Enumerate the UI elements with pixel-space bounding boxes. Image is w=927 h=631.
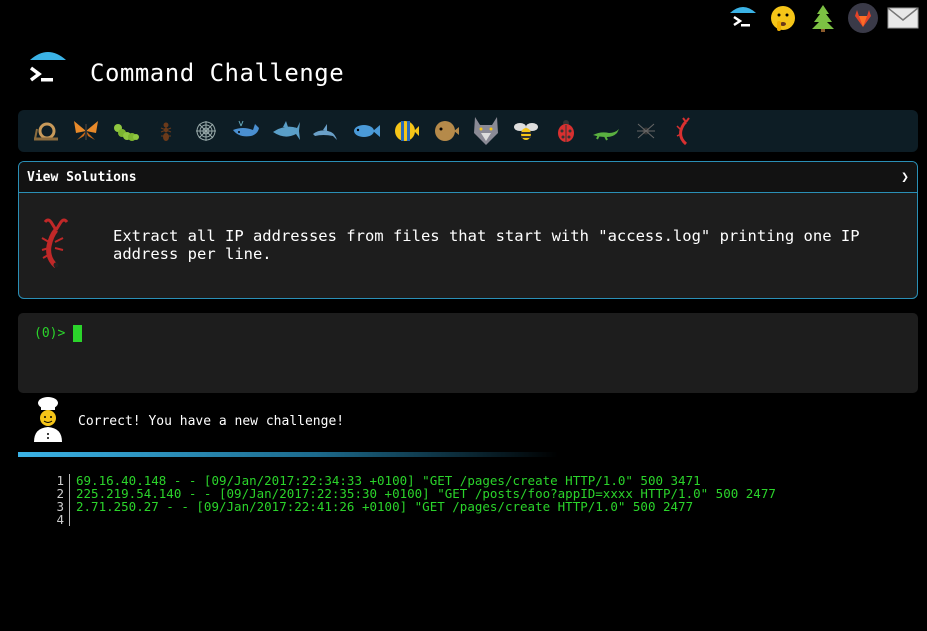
output-line: 3 2.71.250.27 - - [09/Jan/2017:22:41:26 …	[48, 500, 776, 513]
caterpillar-icon[interactable]	[106, 111, 146, 151]
tropical-fish-icon[interactable]	[386, 111, 426, 151]
tree-icon[interactable]	[807, 2, 839, 34]
header: Command Challenge	[26, 48, 344, 92]
challenge-description: Extract all IP addresses from files that…	[113, 227, 869, 263]
spider-web-icon[interactable]	[186, 111, 226, 151]
challenge-animal-bar	[18, 110, 918, 152]
command-output: 1 69.16.40.148 - - [09/Jan/2017:22:34:33…	[48, 474, 776, 526]
terminal-umbrella-icon[interactable]	[727, 2, 759, 34]
output-line: 4	[48, 513, 776, 526]
blowfish-icon[interactable]	[426, 111, 466, 151]
chevron-right-icon: ❯	[901, 169, 909, 185]
chef-icon	[30, 396, 66, 442]
challenge-body: Extract all IP addresses from files that…	[19, 193, 917, 297]
challenge-panel: View Solutions ❯ Extract all IP addresse…	[18, 161, 918, 299]
feedback-message: Correct! You have a new challenge!	[78, 414, 345, 429]
butterfly-icon[interactable]	[66, 111, 106, 151]
terminal-prompt: (0)>	[34, 326, 66, 341]
terminal-prompt-umbrella-icon[interactable]	[26, 48, 70, 92]
line-number: 4	[48, 513, 70, 526]
gitlab-icon[interactable]	[847, 2, 879, 34]
shark-icon[interactable]	[266, 111, 306, 151]
terminal-cursor[interactable]	[73, 325, 83, 342]
bee-icon[interactable]	[506, 111, 546, 151]
mail-icon[interactable]	[887, 2, 919, 34]
scorpion-icon[interactable]	[666, 111, 706, 151]
view-solutions-toggle[interactable]: View Solutions ❯	[19, 162, 917, 193]
shushing-face-icon[interactable]	[767, 2, 799, 34]
ant-icon[interactable]	[146, 111, 186, 151]
wolf-icon[interactable]	[466, 111, 506, 151]
line-text: 2.71.250.27 - - [09/Jan/2017:22:41:26 +0…	[76, 499, 694, 514]
scorpion-icon	[39, 218, 73, 272]
fish-icon[interactable]	[346, 111, 386, 151]
dolphin-icon[interactable]	[306, 111, 346, 151]
view-solutions-label: View Solutions	[27, 169, 137, 185]
ladybug-icon[interactable]	[546, 111, 586, 151]
separator-bar	[18, 452, 558, 457]
top-icon-bar	[727, 2, 919, 34]
page-title: Command Challenge	[90, 59, 345, 87]
line-text	[70, 513, 76, 526]
terminal-input-area[interactable]: (0)>	[18, 313, 918, 393]
lizard-icon[interactable]	[586, 111, 626, 151]
whale-icon[interactable]	[226, 111, 266, 151]
snail-icon[interactable]	[26, 111, 66, 151]
spider-icon[interactable]	[626, 111, 666, 151]
